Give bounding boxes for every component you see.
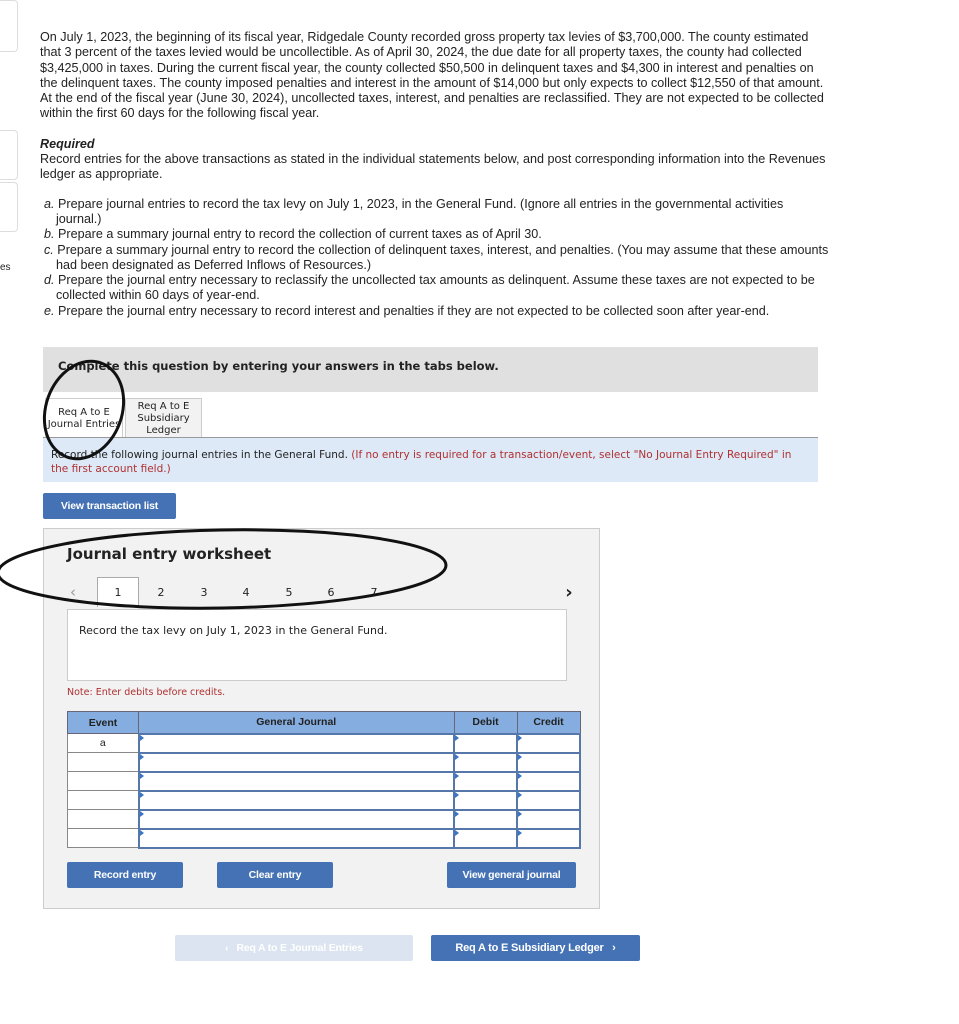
tab-journal-entries[interactable]: Req A to E Journal Entries: [45, 398, 123, 438]
requirement-item: a. Prepare journal entries to record the…: [44, 196, 784, 226]
requirement-list: a. Prepare journal entries to record the…: [44, 197, 830, 319]
required-text: Record entries for the above transaction…: [40, 152, 826, 182]
chevron-right-icon: ›: [603, 942, 616, 954]
event-cell: [67, 809, 139, 829]
page-6[interactable]: 6: [320, 577, 342, 607]
account-input[interactable]: [137, 732, 455, 754]
page-7[interactable]: 7: [363, 577, 385, 607]
credit-input[interactable]: [516, 827, 581, 849]
sidebar-stub: [0, 130, 18, 180]
event-cell: [67, 790, 139, 810]
problem-paragraph: On July 1, 2023, the beginning of its fi…: [40, 30, 824, 121]
requirement-item: b. Prepare a summary journal entry to re…: [44, 227, 542, 242]
next-tab-button[interactable]: Req A to E Subsidiary Ledger ›: [431, 935, 640, 961]
debits-note: Note: Enter debits before credits.: [67, 687, 226, 698]
col-general-journal: General Journal: [138, 711, 455, 734]
table-row: [67, 827, 581, 849]
requirement-item: d. Prepare the journal entry necessary t…: [44, 273, 815, 303]
view-transaction-list-button[interactable]: View transaction list: [43, 493, 176, 519]
page-4[interactable]: 4: [235, 577, 257, 607]
account-input[interactable]: [137, 808, 455, 830]
page-1[interactable]: 1: [97, 577, 139, 607]
sidebar-label: es: [0, 262, 11, 273]
problem-statement: On July 1, 2023, the beginning of its fi…: [40, 30, 830, 319]
page-2[interactable]: 2: [150, 577, 172, 607]
col-event: Event: [67, 711, 139, 734]
account-input[interactable]: [137, 827, 455, 849]
event-cell: a: [67, 733, 139, 753]
account-input[interactable]: [137, 751, 455, 773]
page-5[interactable]: 5: [278, 577, 300, 607]
debit-input[interactable]: [453, 732, 518, 754]
event-cell: [67, 771, 139, 791]
chevron-left-icon[interactable]: ‹: [60, 577, 86, 607]
event-cell: [67, 828, 139, 848]
table-row: [67, 751, 581, 773]
account-input[interactable]: [137, 770, 455, 792]
record-entry-button[interactable]: Record entry: [67, 862, 183, 888]
event-cell: [67, 752, 139, 772]
credit-input[interactable]: [516, 770, 581, 792]
credit-input[interactable]: [516, 732, 581, 754]
credit-input[interactable]: [516, 789, 581, 811]
sidebar-stub: [0, 182, 18, 232]
col-debit: Debit: [453, 711, 518, 734]
prev-tab-button[interactable]: ‹ Req A to E Journal Entries: [175, 935, 413, 961]
worksheet-title: Journal entry worksheet: [67, 545, 272, 563]
debit-input[interactable]: [453, 770, 518, 792]
table-row: a: [67, 732, 581, 754]
table-row: [67, 808, 581, 830]
debit-input[interactable]: [453, 751, 518, 773]
required-heading: Required: [40, 136, 95, 151]
chevron-left-icon: ‹: [225, 942, 237, 954]
debit-input[interactable]: [453, 789, 518, 811]
requirement-item: c. Prepare a summary journal entry to re…: [44, 242, 829, 272]
debit-input[interactable]: [453, 827, 518, 849]
chevron-right-icon[interactable]: ›: [558, 577, 580, 607]
tab-subsidiary-ledger[interactable]: Req A to E Subsidiary Ledger: [125, 398, 202, 438]
view-general-journal-button[interactable]: View general journal: [447, 862, 576, 888]
col-credit: Credit: [516, 711, 581, 734]
instructions-banner: Complete this question by entering your …: [43, 347, 818, 392]
clear-entry-button[interactable]: Clear entry: [217, 862, 333, 888]
journal-table: Event General Journal Debit Credit a: [67, 711, 581, 849]
requirement-item: e. Prepare the journal entry necessary t…: [44, 303, 770, 318]
table-row: [67, 789, 581, 811]
table-row: [67, 770, 581, 792]
credit-input[interactable]: [516, 808, 581, 830]
account-input[interactable]: [137, 789, 455, 811]
sidebar-stub: [0, 0, 18, 52]
debit-input[interactable]: [453, 808, 518, 830]
transaction-description: Record the tax levy on July 1, 2023 in t…: [67, 609, 567, 681]
credit-input[interactable]: [516, 751, 581, 773]
page-3[interactable]: 3: [193, 577, 215, 607]
instruction-band: Record the following journal entries in …: [43, 437, 818, 482]
